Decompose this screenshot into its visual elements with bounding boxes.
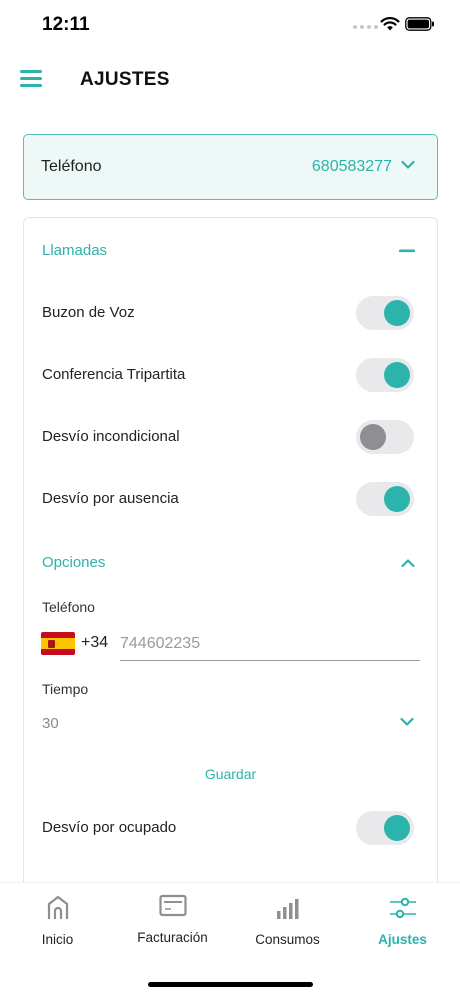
wifi-icon [380,17,400,31]
setting-label-desvio-incondicional: Desvío incondicional [42,428,180,445]
status-bar: 12:11 [0,0,460,52]
toggle-knob [384,815,410,841]
nav-item-inicio[interactable]: Inicio [0,893,115,947]
toggle-desvio-ocupado[interactable] [356,811,414,845]
nav-label-ajustes: Ajustes [378,932,427,947]
save-button[interactable]: Guardar [24,766,437,782]
section-title-opciones: Opciones [42,554,106,571]
nav-label-facturacion: Facturación [137,930,208,945]
chevron-down-icon [400,717,414,726]
toggle-knob [384,486,410,512]
time-select[interactable]: 30 [42,710,420,740]
bar-chart-icon [276,899,298,919]
signal-icon [353,25,378,29]
nav-item-facturacion[interactable]: Facturación [115,891,230,945]
time-select-value: 30 [42,715,59,732]
bottom-nav: Inicio Facturación Consumos Ajustes [0,882,460,996]
setting-label-desvio-ausencia: Desvío por ausencia [42,490,179,507]
nav-label-consumos: Consumos [255,932,320,947]
spain-flag-icon[interactable] [41,632,75,655]
hamburger-menu-icon[interactable] [20,70,42,88]
forward-phone-input[interactable] [120,628,420,661]
field-label-tiempo: Tiempo [42,681,89,697]
phone-selector-label: Teléfono [41,158,102,175]
nav-label-inicio: Inicio [41,932,74,947]
home-indicator [148,982,313,987]
page-title: AJUSTES [80,69,170,90]
chevron-up-icon[interactable] [401,558,415,568]
toggle-desvio-incondicional[interactable] [356,420,414,454]
phone-line-selector[interactable]: Teléfono 680583277 [23,134,438,200]
field-label-telefono: Teléfono [42,599,95,615]
billing-card-icon [158,894,187,917]
section-title-llamadas: Llamadas [42,242,108,259]
collapse-minus-icon[interactable] [399,249,415,253]
toggle-desvio-ausencia[interactable] [356,482,414,516]
setting-label-buzon-voz: Buzon de Voz [42,304,135,321]
toggle-knob [360,424,386,450]
battery-icon [405,17,434,31]
home-icon [47,895,68,919]
call-settings-card: Llamadas Buzon de Voz Conferencia Tripar… [23,217,438,937]
toggle-conferencia-tripartita[interactable] [356,358,414,392]
setting-label-desvio-ocupado: Desvío por ocupado [42,819,177,836]
dial-code: +34 [81,634,109,651]
nav-item-ajustes[interactable]: Ajustes [345,893,460,947]
app-header: AJUSTES [0,58,460,104]
toggle-buzon-voz[interactable] [356,296,414,330]
sliders-icon [389,897,416,919]
nav-item-consumos[interactable]: Consumos [230,893,345,947]
chevron-down-icon [401,160,415,169]
phone-selector-value: 680583277 [311,158,392,175]
toggle-knob [384,362,410,388]
toggle-knob [384,300,410,326]
status-time: 12:11 [42,14,90,35]
setting-label-conferencia: Conferencia Tripartita [42,366,186,383]
